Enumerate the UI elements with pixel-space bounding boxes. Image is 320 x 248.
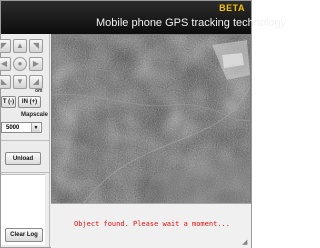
arrow-up-icon[interactable]: ▲ bbox=[13, 39, 27, 53]
arrow-up-left-icon[interactable]: ◤ bbox=[0, 39, 11, 53]
satellite-map[interactable] bbox=[51, 34, 251, 229]
zoom-in-button[interactable]: IN (+) bbox=[18, 96, 41, 108]
mapscale-label: Mapscale bbox=[21, 112, 49, 118]
satellite-imagery bbox=[52, 35, 250, 206]
arrow-up-right-icon[interactable]: ◥ bbox=[29, 39, 43, 53]
control-panel: ◤ ▲ ◥ ◀ ● ▶ ◣ ▼ ◢ om T (-) IN (+) Mapsca… bbox=[0, 34, 50, 247]
status-panel: Object found. Please wait a moment... ◢ bbox=[51, 203, 251, 248]
resize-grip-icon[interactable]: ◢ bbox=[242, 239, 250, 247]
arrow-down-right-icon[interactable]: ◢ bbox=[29, 75, 43, 89]
arrow-right-icon[interactable]: ▶ bbox=[29, 57, 43, 71]
unload-button[interactable]: Unload bbox=[5, 152, 41, 165]
center-icon[interactable]: ● bbox=[13, 57, 27, 71]
mapscale-value: 5000 bbox=[6, 124, 20, 131]
arrow-down-left-icon[interactable]: ◣ bbox=[0, 75, 11, 89]
zoom-label: om bbox=[35, 88, 43, 94]
divider bbox=[1, 172, 49, 173]
clear-log-button[interactable]: Clear Log bbox=[5, 228, 43, 242]
beta-badge: BETA bbox=[219, 3, 245, 13]
divider bbox=[1, 140, 49, 141]
app-title: Mobile phone GPS tracking technology bbox=[96, 17, 287, 29]
arrow-down-icon[interactable]: ▼ bbox=[13, 75, 27, 89]
zoom-out-button[interactable]: T (-) bbox=[1, 96, 16, 108]
arrow-left-icon[interactable]: ◀ bbox=[0, 57, 11, 71]
app-window: BETA Mobile phone GPS tracking technolog… bbox=[0, 0, 286, 248]
mapscale-select[interactable]: 5000 ▼ bbox=[1, 122, 42, 133]
app-header: BETA Mobile phone GPS tracking technolog… bbox=[1, 1, 286, 34]
status-message: Object found. Please wait a moment... bbox=[74, 220, 230, 228]
chevron-down-icon: ▼ bbox=[31, 123, 40, 132]
